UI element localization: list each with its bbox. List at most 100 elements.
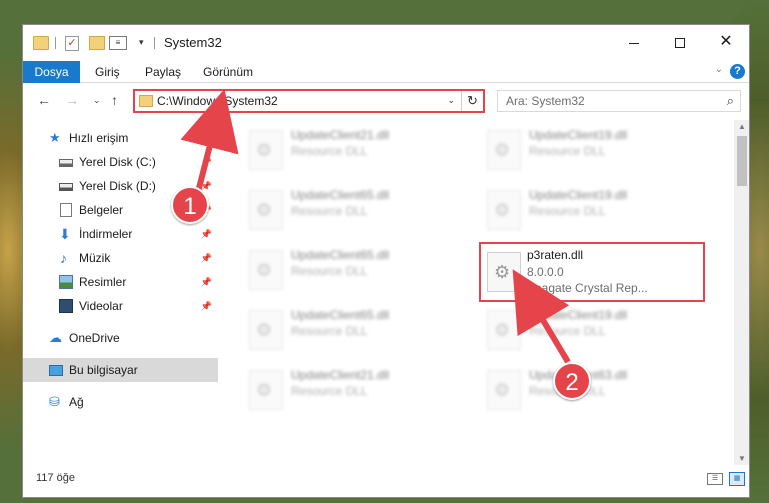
file-tile[interactable]: ⚙ UpdateClient65.dll Resource DLL: [239, 182, 475, 236]
file-name: UpdateClient19.dll: [529, 128, 628, 142]
document-icon: [60, 203, 72, 217]
forward-arrow-icon[interactable]: →: [65, 92, 79, 108]
dll-file-icon: ⚙: [249, 130, 283, 170]
sidebar-item-label: İndirmeler: [79, 227, 133, 241]
file-tile[interactable]: ⚙ UpdateClient65.dll Resource DLL: [239, 302, 475, 356]
scroll-thumb[interactable]: [737, 136, 747, 186]
file-tile[interactable]: ⚙ UpdateClient19.dll Resource DLL: [477, 122, 713, 176]
sidebar-item-label: Videolar: [79, 299, 123, 313]
file-tile[interactable]: ⚙ UpdateClient21.dll Resource DLL: [239, 122, 475, 176]
address-history-chevron-icon[interactable]: ⌄: [447, 95, 455, 106]
toolbar-separator: [55, 37, 56, 49]
maximize-button[interactable]: [657, 25, 703, 61]
file-tile[interactable]: ⚙ UpdateClient65.dll Resource DLL: [239, 242, 475, 296]
file-name: UpdateClient21.dll: [291, 368, 390, 382]
file-explorer-window: ✓ ≡ ▾ System32 ✕ Dosya Giriş Paylaş Görü…: [22, 24, 750, 498]
file-tile[interactable]: ⚙ UpdateClient19.dll Resource DLL: [477, 302, 713, 356]
search-input[interactable]: Ara: System32 ⌕: [497, 90, 741, 112]
search-placeholder: Ara: System32: [506, 94, 585, 108]
help-icon[interactable]: ?: [730, 64, 745, 79]
toolbar-separator: [154, 37, 155, 49]
status-bar: 117 öğe ☰ ▦: [23, 466, 749, 497]
gear-icon: ⚙: [256, 200, 273, 220]
pin-icon[interactable]: 📌: [201, 222, 212, 246]
new-folder-icon[interactable]: [89, 36, 105, 50]
gear-icon: ⚙: [494, 262, 511, 282]
file-type: Resource DLL: [291, 264, 368, 278]
sidebar-item-label: Yerel Disk (C:): [79, 155, 156, 169]
expand-ribbon-chevron-icon[interactable]: ⌄: [715, 64, 723, 75]
sidebar-item-label: Yerel Disk (D:): [79, 179, 156, 193]
recent-locations-chevron-icon[interactable]: ⌄: [93, 95, 101, 106]
file-type: Resource DLL: [291, 324, 368, 338]
refresh-icon[interactable]: ↻: [461, 91, 483, 111]
tab-home[interactable]: Giriş: [83, 61, 132, 83]
file-type: Resource DLL: [529, 324, 606, 338]
dll-file-icon: ⚙: [487, 252, 521, 292]
file-tile[interactable]: ⚙ UpdateClient19.dll Resource DLL: [477, 182, 713, 236]
sidebar-item-downloads[interactable]: ⬇ İndirmeler 📌: [23, 222, 218, 246]
file-name: UpdateClient65.dll: [291, 188, 390, 202]
pictures-icon: [59, 275, 73, 289]
sidebar-item-onedrive[interactable]: ☁ OneDrive: [23, 326, 218, 350]
properties-check-icon[interactable]: ✓: [65, 36, 79, 51]
sidebar-item-label: Resimler: [79, 275, 127, 289]
up-arrow-icon[interactable]: ↑: [111, 92, 118, 108]
dll-file-icon: ⚙: [249, 190, 283, 230]
address-bar[interactable]: C:\Windows\System32 ⌄ ↻: [133, 89, 485, 113]
file-tile-p3raten[interactable]: ⚙ p3raten.dll 8.0.0.0 Seagate Crystal Re…: [479, 242, 705, 302]
drive-icon: [59, 183, 73, 191]
dll-file-icon: ⚙: [487, 130, 521, 170]
scroll-down-arrow-icon[interactable]: ▼: [738, 454, 746, 463]
sidebar-item-label: Bu bilgisayar: [69, 363, 138, 377]
file-type: Resource DLL: [291, 144, 368, 158]
minimize-button[interactable]: [611, 25, 657, 61]
pin-icon[interactable]: 📌: [201, 150, 212, 174]
sidebar-item-this-pc[interactable]: Bu bilgisayar: [23, 358, 218, 382]
sidebar-item-local-disk-c[interactable]: Yerel Disk (C:) 📌: [23, 150, 218, 174]
file-name: p3raten.dll: [527, 248, 584, 262]
vertical-scrollbar[interactable]: ▲ ▼: [734, 120, 749, 465]
back-arrow-icon[interactable]: ←: [37, 92, 51, 108]
file-tile[interactable]: ⚙ UpdateClient21.dll Resource DLL: [239, 362, 475, 416]
sidebar-item-music[interactable]: ♪ Müzik 📌: [23, 246, 218, 270]
tab-view[interactable]: Görünüm: [191, 61, 265, 83]
sidebar-item-network[interactable]: ⛁ Ağ: [23, 390, 218, 414]
scroll-up-arrow-icon[interactable]: ▲: [738, 122, 746, 131]
gear-icon: ⚙: [256, 380, 273, 400]
navigation-bar: ← → ⌄ ↑ C:\Windows\System32 ⌄ ↻ Ara: Sys…: [23, 84, 749, 118]
computer-icon: [49, 365, 63, 376]
search-icon[interactable]: ⌕: [727, 93, 734, 109]
file-tile[interactable]: ⚙ UpdateClient63.dll Resource DLL: [477, 362, 713, 416]
tab-share[interactable]: Paylaş: [133, 61, 193, 83]
pin-icon[interactable]: 📌: [201, 246, 212, 270]
sidebar-item-label: OneDrive: [69, 331, 120, 345]
pin-icon[interactable]: 📌: [201, 270, 212, 294]
dll-file-icon: ⚙: [249, 310, 283, 350]
gear-icon: ⚙: [494, 320, 511, 340]
properties-icon[interactable]: ≡: [109, 36, 127, 50]
sidebar-item-videos[interactable]: Videolar 📌: [23, 294, 218, 318]
tab-file[interactable]: Dosya: [23, 61, 80, 83]
address-path[interactable]: C:\Windows\System32: [157, 94, 278, 108]
annotation-callout-1: 1: [171, 186, 209, 224]
gear-icon: ⚙: [256, 260, 273, 280]
pin-icon[interactable]: 📌: [201, 294, 212, 318]
ribbon-tabs: Dosya Giriş Paylaş Görünüm ⌄ ?: [23, 61, 749, 83]
sidebar-item-quick-access[interactable]: ★ Hızlı erişim: [23, 126, 218, 150]
file-type: Resource DLL: [291, 204, 368, 218]
video-icon: [59, 299, 73, 313]
network-icon: ⛁: [49, 394, 60, 409]
file-name: UpdateClient65.dll: [291, 308, 390, 322]
file-version: 8.0.0.0: [527, 265, 564, 279]
file-type: Resource DLL: [529, 144, 606, 158]
details-view-icon[interactable]: ☰: [707, 473, 723, 485]
sidebar-item-pictures[interactable]: Resimler 📌: [23, 270, 218, 294]
customize-toolbar-chevron-icon[interactable]: ▾: [139, 37, 144, 48]
tiles-view-icon[interactable]: ▦: [729, 472, 745, 486]
folder-icon[interactable]: [33, 36, 49, 50]
annotation-callout-2: 2: [553, 362, 591, 400]
sidebar-item-label: Belgeler: [79, 203, 124, 217]
close-button[interactable]: ✕: [703, 25, 749, 61]
gear-icon: ⚙: [494, 200, 511, 220]
